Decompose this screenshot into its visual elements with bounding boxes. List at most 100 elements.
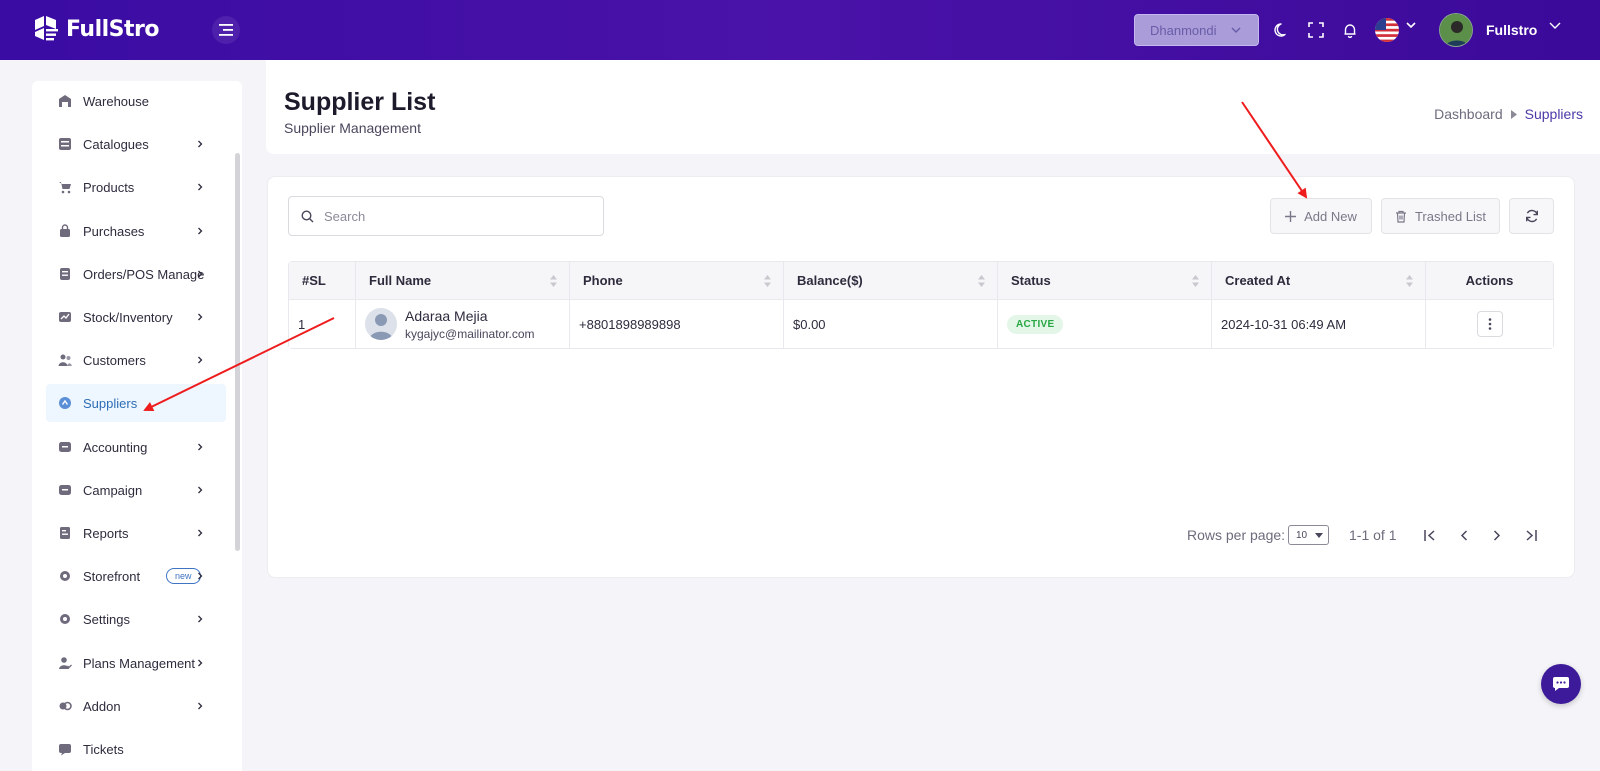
trashed-list-label: Trashed List: [1414, 208, 1487, 224]
cell-actions: [1426, 300, 1553, 348]
cell-balance: $0.00: [784, 300, 998, 348]
col-header-full-name[interactable]: Full Name: [356, 262, 570, 299]
branch-select[interactable]: Dhanmondi: [1134, 14, 1259, 46]
sidebar-item-addon[interactable]: Addon: [46, 687, 226, 725]
refresh-icon: [1525, 209, 1538, 223]
tickets-icon: [59, 744, 71, 756]
accounting-icon: [59, 442, 71, 452]
sidebar-item-label: Stock/Inventory: [83, 309, 173, 325]
chevron-down-icon[interactable]: [1406, 22, 1416, 28]
sidebar-item-customers[interactable]: Customers: [46, 341, 226, 379]
breadcrumb: Dashboard Suppliers: [1434, 106, 1583, 122]
addon-icon: [59, 701, 72, 711]
sort-icon[interactable]: [1192, 275, 1199, 287]
col-header-status[interactable]: Status: [998, 262, 1212, 299]
sidebar-item-accounting[interactable]: Accounting: [46, 428, 226, 466]
branch-select-value: Dhanmondi: [1150, 22, 1217, 38]
chevron-right-icon: [198, 140, 203, 148]
col-header-balance[interactable]: Balance($): [784, 262, 998, 299]
cell-full-name: Adaraa Mejia kygajyc@mailinator.com: [356, 300, 570, 348]
sidebar-item-label: Purchases: [83, 223, 145, 239]
search-input[interactable]: [324, 208, 584, 224]
sidebar-item-catalogues[interactable]: Catalogues: [46, 125, 226, 163]
sort-icon[interactable]: [978, 275, 985, 287]
search-icon: [301, 209, 314, 222]
sidebar-item-stock-inventory[interactable]: Stock/Inventory: [46, 298, 226, 336]
chevron-right-icon: [198, 443, 203, 451]
sort-icon[interactable]: [550, 275, 557, 287]
plus-icon: [1285, 210, 1297, 222]
chevron-down-icon[interactable]: [1549, 22, 1561, 29]
sidebar-item-label: Settings: [83, 611, 130, 627]
sidebar-item-orders-pos-manage[interactable]: Orders/POS Manage: [46, 255, 226, 293]
supplier-list-card: [267, 176, 1575, 578]
campaign-icon: [59, 485, 71, 495]
app-logo[interactable]: FullStro: [32, 14, 160, 44]
sidebar-item-label: Reports: [83, 525, 129, 541]
row-actions-button[interactable]: [1476, 311, 1503, 337]
bell-icon: [1344, 24, 1356, 38]
dark-mode-toggle[interactable]: [1272, 20, 1292, 40]
rows-per-page-select[interactable]: 10: [1288, 525, 1329, 545]
sidebar-item-warehouse[interactable]: Warehouse: [46, 82, 226, 120]
sidebar-item-plans-management[interactable]: Plans Management: [46, 644, 226, 682]
cell-created-at: 2024-10-31 06:49 AM: [1212, 300, 1426, 348]
trashed-list-button[interactable]: Trashed List: [1381, 198, 1500, 234]
language-selector[interactable]: [1375, 18, 1399, 42]
supplier-name[interactable]: Adaraa Mejia: [405, 308, 535, 324]
user-name[interactable]: Fullstro: [1486, 22, 1537, 38]
user-avatar[interactable]: [1439, 13, 1473, 47]
chevron-right-icon: [198, 227, 203, 235]
sidebar-item-purchases[interactable]: Purchases: [46, 212, 226, 250]
sort-icon[interactable]: [764, 275, 771, 287]
sidebar-item-label: Tickets: [83, 741, 124, 757]
breadcrumb-dashboard-link[interactable]: Dashboard: [1434, 106, 1503, 122]
first-page-icon: [1424, 529, 1435, 541]
sidebar-item-campaign[interactable]: Campaign: [46, 471, 226, 509]
col-header-sl[interactable]: #SL: [289, 262, 356, 299]
chevron-right-icon: [198, 702, 203, 710]
last-page-button[interactable]: [1521, 525, 1541, 545]
settings-icon: [60, 614, 70, 624]
sidebar-item-label: Catalogues: [83, 136, 149, 152]
chat-button[interactable]: [1541, 664, 1581, 704]
page-header: [266, 60, 1600, 154]
sidebar-item-products[interactable]: Products: [46, 168, 226, 206]
col-header-phone[interactable]: Phone: [570, 262, 784, 299]
fullscreen-button[interactable]: [1306, 20, 1326, 40]
status-badge: ACTIVE: [1007, 314, 1064, 334]
next-page-button[interactable]: [1487, 525, 1507, 545]
warehouse-icon: [59, 95, 71, 107]
search-box[interactable]: [288, 196, 604, 236]
menu-toggle-button[interactable]: [212, 16, 240, 44]
sidebar-item-reports[interactable]: Reports: [46, 514, 226, 552]
sidebar-item-tickets[interactable]: Tickets: [46, 730, 226, 768]
sort-icon[interactable]: [1406, 275, 1413, 287]
sidebar-item-label: Orders/POS Manage: [83, 266, 205, 282]
top-bar: FullStro Dhanmondi Fullstro: [0, 0, 1600, 60]
supplier-name-block: Adaraa Mejia kygajyc@mailinator.com: [405, 308, 535, 341]
sidebar-item-storefront[interactable]: Storefront new: [46, 557, 226, 595]
chevron-right-icon: [1493, 529, 1501, 541]
sidebar-item-label: Campaign: [83, 482, 143, 498]
col-header-created-at[interactable]: Created At: [1212, 262, 1426, 299]
notifications-button[interactable]: [1340, 20, 1360, 40]
sidebar-scrollbar[interactable]: [235, 153, 240, 551]
bag-icon: [60, 224, 70, 237]
sidebar-item-suppliers[interactable]: Suppliers: [46, 384, 226, 422]
col-header-actions: Actions: [1465, 273, 1514, 288]
chevron-right-icon: [198, 183, 203, 191]
chevron-right-icon: [198, 313, 203, 321]
sidebar-item-settings[interactable]: Settings: [46, 600, 226, 638]
last-page-icon: [1526, 529, 1537, 541]
first-page-button[interactable]: [1420, 525, 1440, 545]
page-title: Supplier List: [284, 88, 436, 116]
add-new-button[interactable]: Add New: [1270, 198, 1372, 234]
menu-icon: [219, 24, 233, 36]
sidebar-item-label: Customers: [83, 352, 146, 368]
table-row[interactable]: 1 Adaraa Mejia kygajyc@mailinator.com +8…: [289, 300, 1553, 348]
sidebar-item-label: Accounting: [83, 439, 148, 455]
chevron-right-icon: [198, 615, 203, 623]
previous-page-button[interactable]: [1454, 525, 1474, 545]
refresh-button[interactable]: [1509, 198, 1554, 234]
